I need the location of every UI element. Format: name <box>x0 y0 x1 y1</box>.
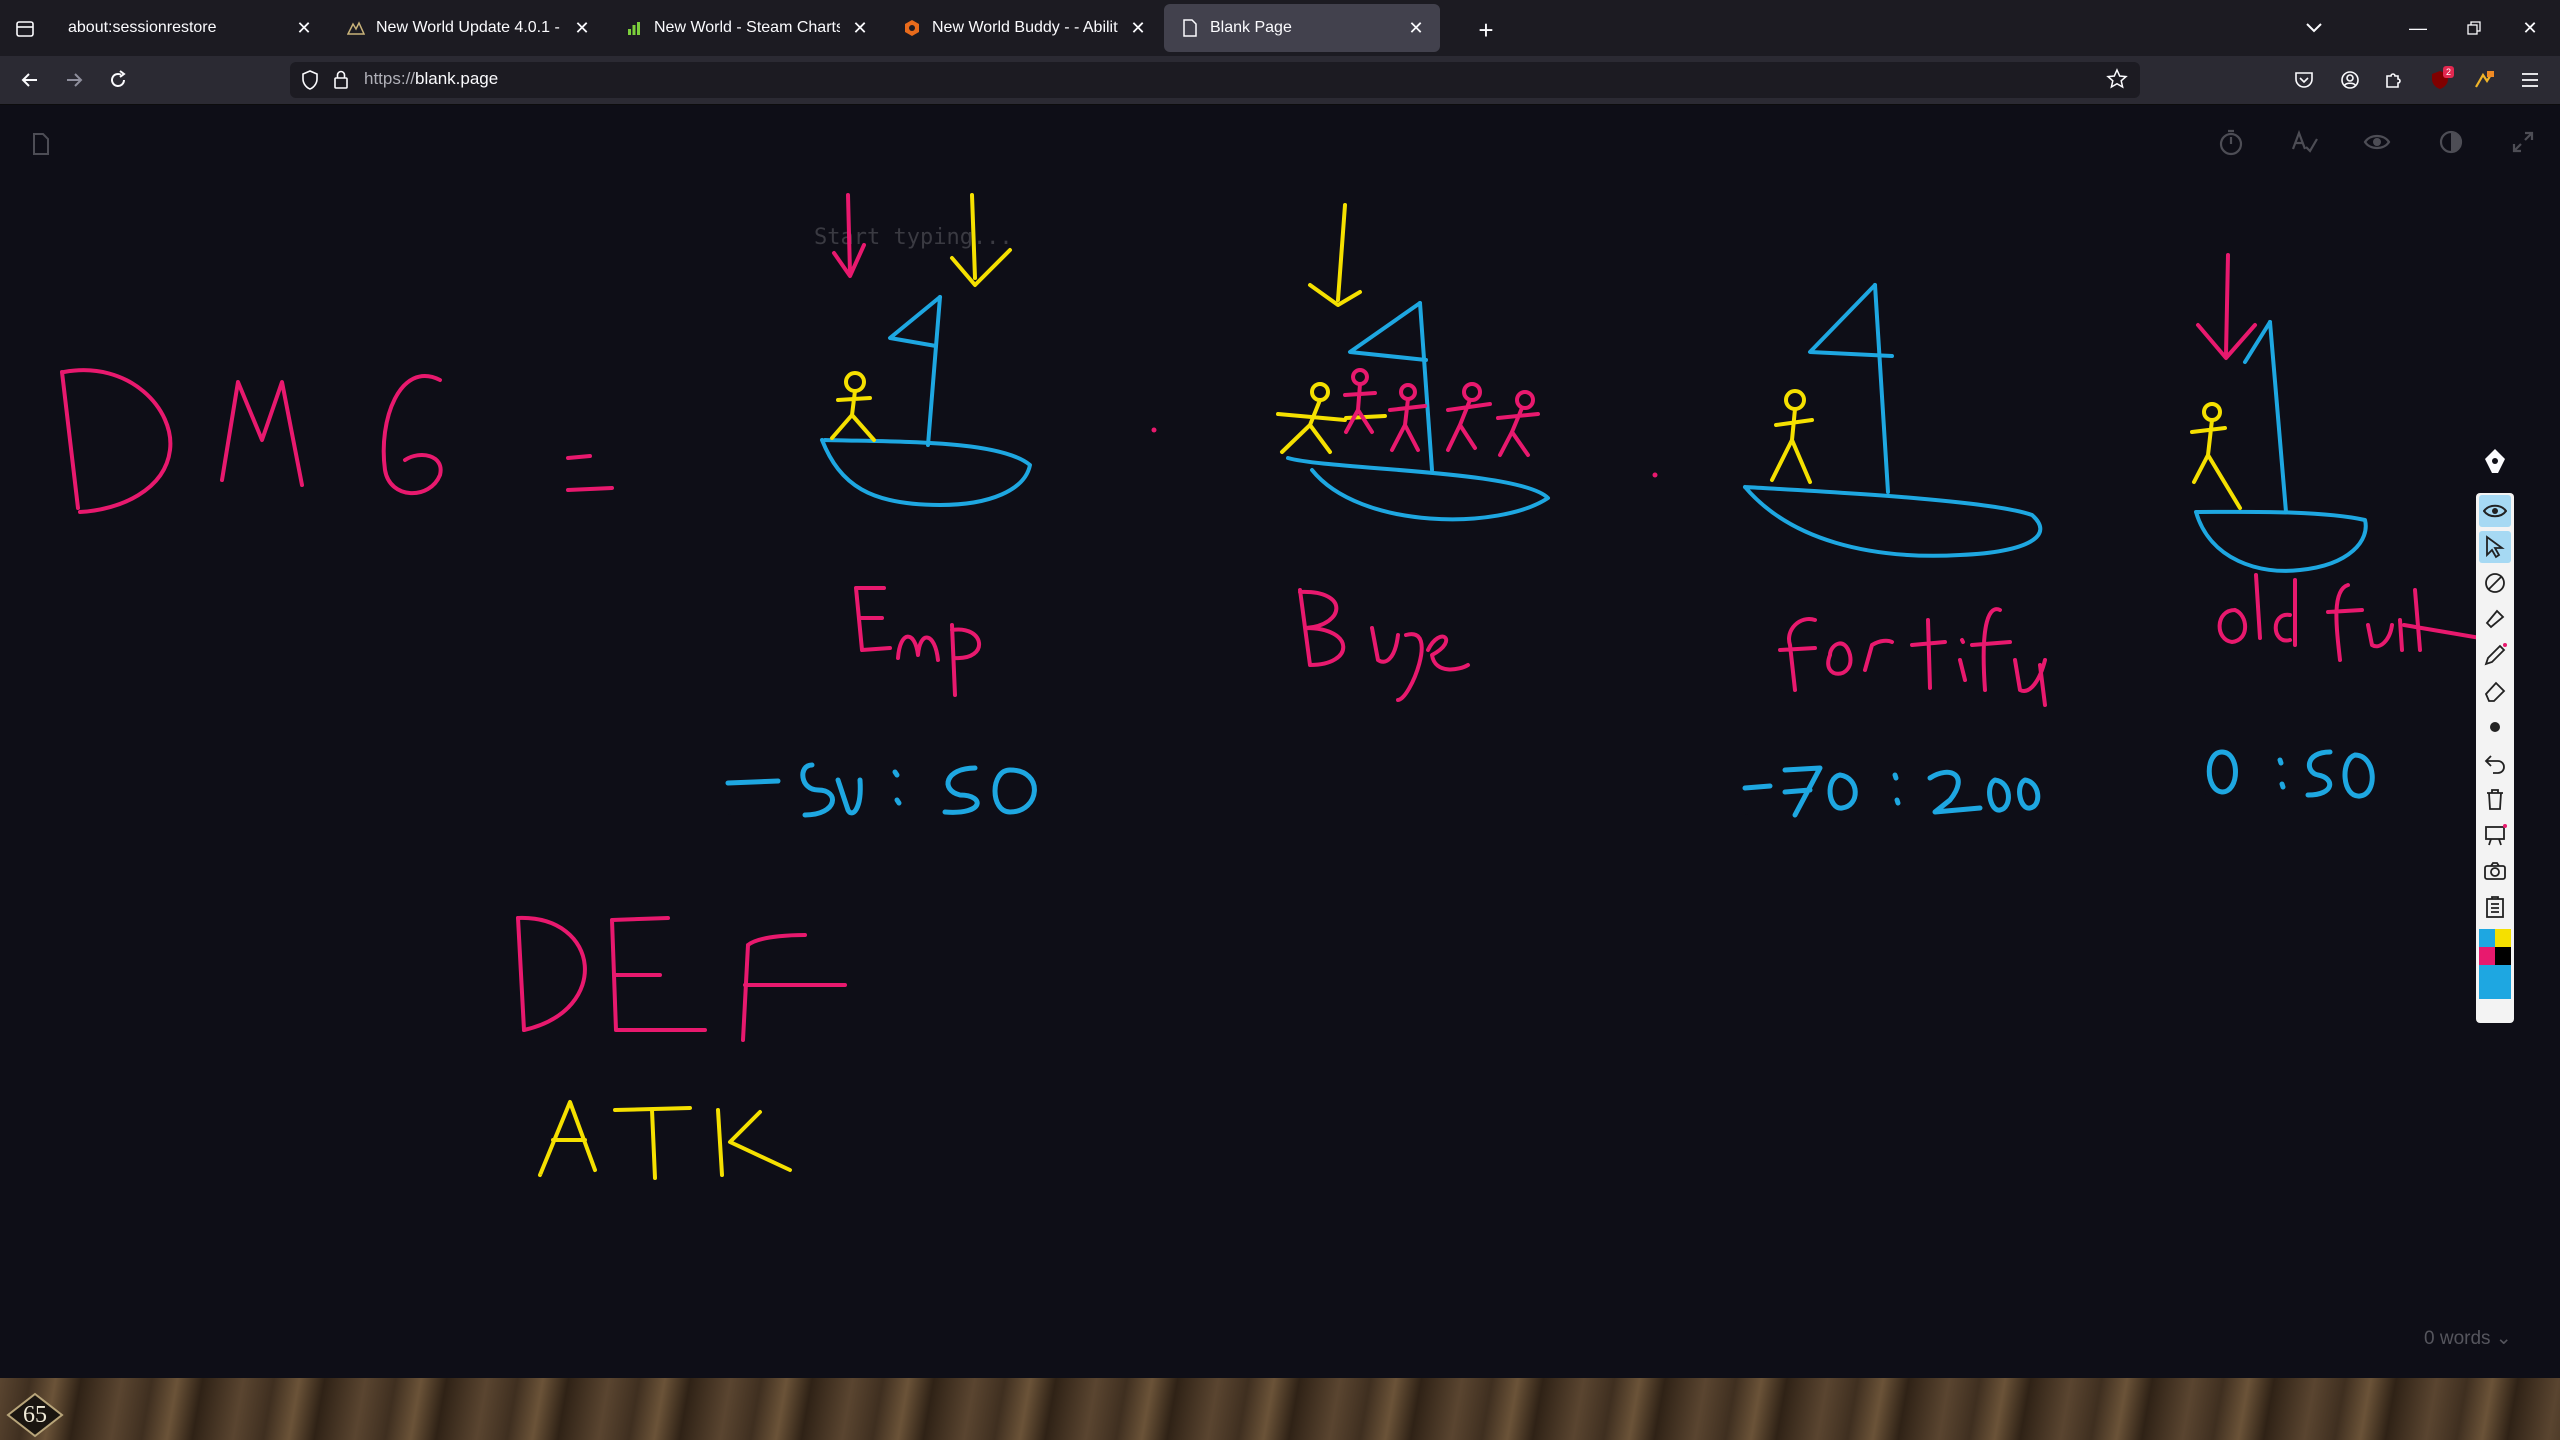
dmg-text: DMG = <box>62 469 66 471</box>
pencil-icon <box>2484 643 2507 666</box>
game-hud-wooden-bar <box>0 1378 2560 1440</box>
color-swatch-pink[interactable] <box>2479 947 2495 965</box>
pen-size-button[interactable] <box>2479 711 2511 743</box>
ratio-old-fort: 0:50 <box>2205 794 2207 796</box>
drawing-toolbar <box>2476 493 2514 1023</box>
drawing-canvas[interactable]: DMG = Emp Buse fortify old fort -50:50 -… <box>0 0 2560 1440</box>
current-color[interactable] <box>2479 965 2511 999</box>
eye-icon <box>2483 504 2507 518</box>
eraser-icon <box>2484 681 2506 702</box>
color-swatch-black[interactable] <box>2495 947 2511 965</box>
def-handwriting <box>516 915 847 1042</box>
dot-icon <box>2490 722 2500 732</box>
whiteboard-icon <box>2485 824 2507 846</box>
boat-labels <box>854 573 2494 707</box>
undo-button[interactable] <box>2479 747 2511 779</box>
level-badge: 65 <box>6 1392 64 1438</box>
pen-nib-icon <box>2485 449 2505 473</box>
boat-fortify-drawing <box>1743 283 2043 558</box>
color-swatch-blue[interactable] <box>2479 929 2495 947</box>
board-mode-button[interactable] <box>2479 819 2511 851</box>
screenshot-button[interactable] <box>2479 855 2511 887</box>
color-swatch-yellow[interactable] <box>2495 929 2511 947</box>
ratio-emp: -50:50 <box>728 814 731 816</box>
label-buse: Buse <box>1300 664 1303 666</box>
pen-mode-indicator[interactable] <box>2476 442 2514 482</box>
notes-button[interactable] <box>2479 891 2511 923</box>
def-text: DEF <box>518 1029 520 1031</box>
player-level: 65 <box>23 1401 47 1428</box>
toggle-visibility-button[interactable] <box>2479 495 2511 527</box>
pen-off-icon <box>2485 573 2505 593</box>
disable-pen-button[interactable] <box>2479 567 2511 599</box>
cursor-arrow-icon <box>2486 535 2505 559</box>
trash-icon <box>2487 789 2503 810</box>
camera-icon <box>2484 862 2506 880</box>
pen-tool-button[interactable] <box>2479 639 2511 671</box>
highlighter-icon <box>2485 609 2505 629</box>
ratio-fortify: -70:200 <box>1745 814 1749 816</box>
clipboard-icon <box>2486 896 2504 918</box>
clear-button[interactable] <box>2479 783 2511 815</box>
label-old-fort: old fort <box>2228 648 2232 651</box>
boat-old-fort-drawing <box>2190 320 2368 573</box>
label-fortify: fortify <box>1780 688 1783 691</box>
boat-emp-drawing <box>820 295 1032 507</box>
highlighter-button[interactable] <box>2479 603 2511 635</box>
color-palette[interactable] <box>2479 929 2511 999</box>
undo-icon <box>2484 755 2505 774</box>
cursor-mode-button[interactable] <box>2479 531 2511 563</box>
arrow-marks <box>832 193 2257 360</box>
label-emp: Emp <box>856 649 859 651</box>
boat-buse-drawing <box>1276 301 1550 522</box>
atk-handwriting <box>538 1100 792 1180</box>
dmg-handwriting <box>60 368 614 514</box>
ratio-handwriting <box>725 749 2375 818</box>
eraser-button[interactable] <box>2479 675 2511 707</box>
